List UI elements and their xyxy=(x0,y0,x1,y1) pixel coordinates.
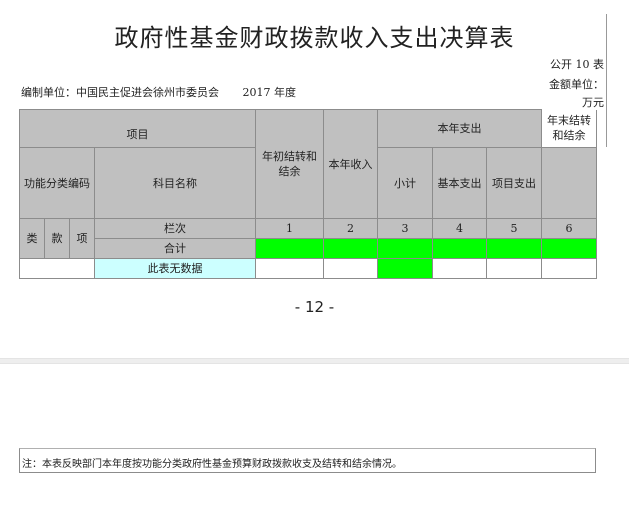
column-number: 3 xyxy=(377,218,433,239)
report-year: 2017 年度 xyxy=(242,86,297,99)
org-info: 编制单位：中国民主促进会徐州市委员会 2017 年度 xyxy=(21,84,296,100)
total-cell xyxy=(323,238,378,259)
table-note: 注：本表反映部门本年度按功能分类政府性基金预算财政拨款收支及结转和结余情况。 xyxy=(19,448,596,473)
header-class: 类 xyxy=(19,218,45,259)
column-number: 6 xyxy=(541,218,597,239)
header-expense-group: 本年支出 xyxy=(377,109,542,148)
column-number: 5 xyxy=(486,218,542,239)
data-cell xyxy=(541,258,597,279)
column-number: 2 xyxy=(323,218,378,239)
header-item: 项目 xyxy=(19,109,256,148)
next-page xyxy=(0,364,629,511)
right-frame-line xyxy=(606,14,607,147)
data-cell xyxy=(377,258,433,279)
header-section: 款 xyxy=(44,218,70,259)
header-subject-name: 科目名称 xyxy=(94,147,256,219)
total-cell xyxy=(432,238,487,259)
header-basic-expense: 基本支出 xyxy=(432,147,487,219)
header-item-code: 项 xyxy=(69,218,95,259)
total-cell xyxy=(541,238,597,259)
nodata-code-cell xyxy=(19,258,95,279)
header-project-expense: 项目支出 xyxy=(486,147,542,219)
form-code: 公开 10 表 xyxy=(550,58,604,71)
header-closing-blank xyxy=(541,147,597,219)
row-column-no-label: 栏次 xyxy=(94,218,256,239)
report-title: 政府性基金财政拨款收入支出决算表 xyxy=(114,24,515,52)
header-subtotal: 小计 xyxy=(377,147,433,219)
header-income: 本年收入 xyxy=(323,109,378,219)
budget-table: 项目 年初结转和结余 本年收入 本年支出 年末结转和结余 功能分类编码 科目名称… xyxy=(19,109,597,279)
amount-unit-label: 金额单位： xyxy=(549,78,604,91)
header-func-code: 功能分类编码 xyxy=(19,147,95,219)
row-total-label: 合计 xyxy=(94,238,256,259)
row-nodata-label: 此表无数据 xyxy=(94,258,256,279)
total-cell xyxy=(255,238,324,259)
page-number: - 12 - xyxy=(294,298,335,316)
total-cell xyxy=(377,238,433,259)
data-cell xyxy=(255,258,324,279)
header-closing-balance: 年末结转和结余 xyxy=(541,109,597,148)
column-number: 1 xyxy=(255,218,324,239)
data-cell xyxy=(323,258,378,279)
total-cell xyxy=(486,238,542,259)
data-cell xyxy=(432,258,487,279)
header-opening-balance: 年初结转和结余 xyxy=(255,109,324,219)
data-cell xyxy=(486,258,542,279)
amount-unit: 万元 xyxy=(582,96,604,109)
column-number: 4 xyxy=(432,218,487,239)
org-label: 编制单位：中国民主促进会徐州市委员会 xyxy=(21,86,219,99)
